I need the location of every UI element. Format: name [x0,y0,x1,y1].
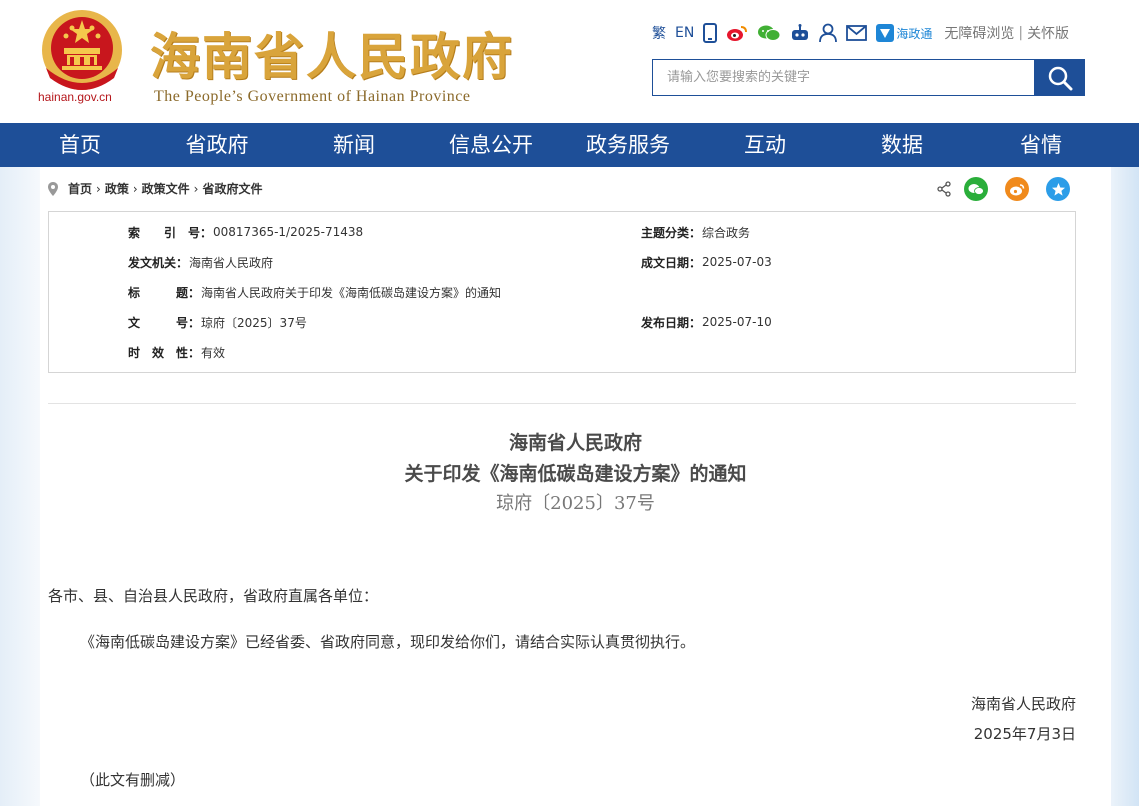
main-nav: 首页 省政府 新闻 信息公开 政务服务 互动 数据 省情 [0,123,1139,167]
breadcrumb-home[interactable]: 首页 [68,180,92,197]
site-header: hainan.gov.cn 海南省人民政府 The People’s Gover… [0,0,1139,123]
info-pubdate: 发布日期： 2025-07-10 [641,314,772,330]
breadcrumb-chevron-icon: › [193,181,199,196]
info-title-value: 海南省人民政府关于印发《海南低碳岛建设方案》的通知 [201,285,502,300]
document-title: 关于印发《海南低碳岛建设方案》的通知 [404,463,747,485]
search-input[interactable] [652,59,1035,96]
info-issuer-value: 海南省人民政府 [189,255,274,270]
search-button[interactable] [1035,59,1085,96]
weibo-icon[interactable] [726,24,748,42]
location-pin-icon [48,181,58,196]
national-emblem-icon[interactable] [36,6,128,96]
breadcrumb: 首页 › 政策 › 政策文件 › 省政府文件 [48,180,263,197]
document-info-box: 索 引 号： 00817365-1/2025-71438 主题分类： 综合政务 … [48,211,1076,373]
info-issuer: 发文机关： 海南省人民政府 [128,254,273,270]
breadcrumb-chevron-icon: › [132,181,138,196]
share-wechat-icon[interactable] [964,177,988,201]
nav-gov-services[interactable]: 政务服务 [586,123,670,167]
wechat-icon[interactable] [757,24,781,42]
nav-province-info[interactable]: 省情 [1020,123,1062,167]
search-icon [1048,66,1073,90]
share-qzone-icon[interactable] [1046,177,1070,201]
info-validity-value: 有效 [201,345,226,360]
hzt-icon [876,24,895,42]
english-label: EN [675,25,695,41]
document-sign-date: 2025年7月3日 [973,725,1076,743]
site-domain: hainan.gov.cn [38,90,112,104]
breadcrumb-policy[interactable]: 政策 [105,180,129,197]
user-icon[interactable] [819,23,838,43]
mail-icon[interactable] [846,25,868,41]
traditional-label: 繁 [652,26,666,42]
info-pubdate-label: 发布日期： [641,315,702,330]
info-topic-value: 综合政务 [702,225,751,240]
share-bar [936,177,1070,201]
document-title-issuer: 海南省人民政府 [508,432,642,454]
site-title[interactable]: 海南省人民政府 [150,17,514,89]
info-topic: 主题分类： 综合政务 [641,224,750,240]
nav-data[interactable]: 数据 [881,123,923,167]
nav-interaction[interactable]: 互动 [744,123,786,167]
info-validity-label: 时 效 性： [128,345,201,360]
toolbar-separator: | [1018,25,1024,41]
site-subtitle: The People’s Government of Hainan Provin… [154,88,471,105]
mobile-icon[interactable] [703,23,718,43]
info-index: 索 引 号： 00817365-1/2025-71438 [128,224,363,240]
top-toolbar: 繁 EN 海政通 无障碍浏览 | 关怀版 [652,22,1069,44]
info-validity: 时 效 性： 有效 [128,344,225,360]
info-title-label: 标 题： [128,285,201,300]
robot-icon[interactable] [790,24,810,42]
document-body: 《海南低碳岛建设方案》已经省委、省政府同意，现印发给你们，请结合实际认真贯彻执行… [80,633,696,651]
info-docno: 文 号： 琼府〔2025〕37号 [128,314,307,330]
hzt-link[interactable]: 海政通 [876,24,932,42]
accessible-browse-link[interactable]: 无障碍浏览 [944,23,1014,43]
english-link[interactable]: EN [675,25,694,41]
document-salutation: 各市、县、自治县人民政府，省政府直属各单位： [48,587,379,605]
info-index-value: 00817365-1/2025-71438 [213,225,364,239]
breadcrumb-policy-docs[interactable]: 政策文件 [142,180,190,197]
info-index-label: 索 引 号： [128,225,213,240]
nav-provincial-gov[interactable]: 省政府 [186,123,249,167]
info-date-value: 2025-07-03 [702,255,772,269]
elderly-mode-link[interactable]: 关怀版 [1027,23,1069,43]
hzt-label: 海政通 [896,26,933,41]
article-container: 首页 › 政策 › 政策文件 › 省政府文件 索 引 号： 00817365-1… [40,167,1111,806]
info-issuer-label: 发文机关： [128,255,189,270]
share-weibo-icon[interactable] [1005,177,1029,201]
nav-news[interactable]: 新闻 [333,123,375,167]
content-divider [48,403,1076,404]
nav-home[interactable]: 首页 [59,123,101,167]
nav-info-disclosure[interactable]: 信息公开 [449,123,533,167]
breadcrumb-gov-docs[interactable]: 省政府文件 [202,180,262,197]
info-docno-label: 文 号： [128,315,201,330]
traditional-chinese-link[interactable]: 繁 [652,23,666,43]
info-title: 标 题： 海南省人民政府关于印发《海南低碳岛建设方案》的通知 [128,284,501,300]
info-date: 成文日期： 2025-07-03 [641,254,772,270]
document-number: 琼府〔2025〕37号 [496,493,655,514]
info-docno-value: 琼府〔2025〕37号 [201,315,307,330]
info-topic-label: 主题分类： [641,225,702,240]
document-signer: 海南省人民政府 [970,695,1076,713]
info-date-label: 成文日期： [641,255,702,270]
breadcrumb-chevron-icon: › [96,181,101,196]
document-note: （此文有删减） [80,771,186,789]
share-icon[interactable] [936,181,952,197]
info-pubdate-value: 2025-07-10 [702,315,772,329]
